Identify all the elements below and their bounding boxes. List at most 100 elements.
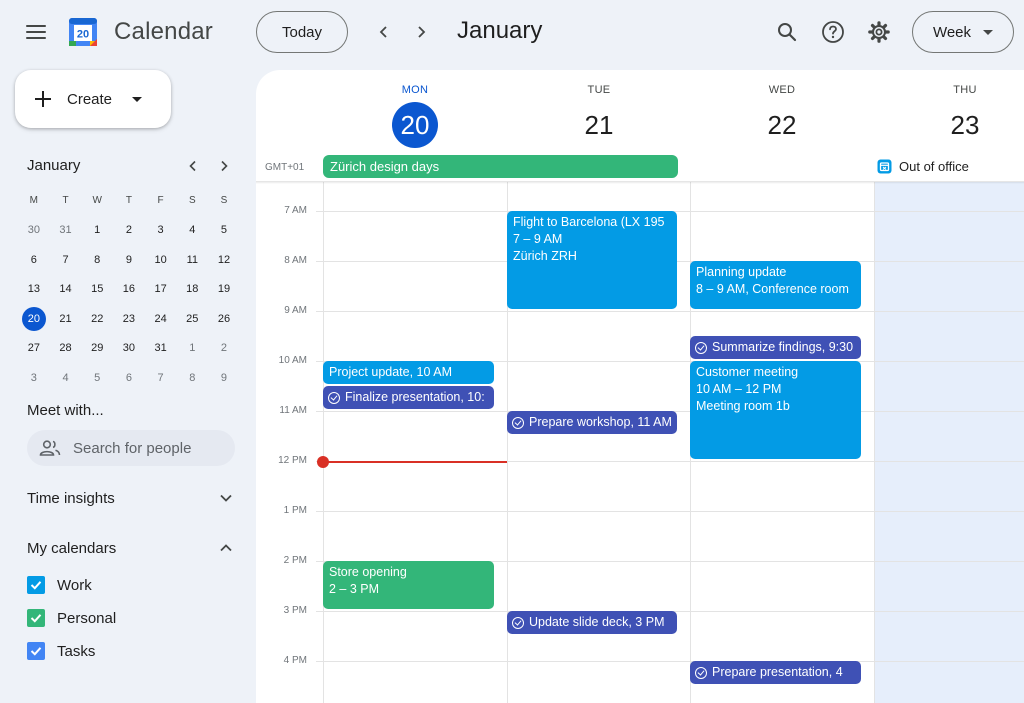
mini-calendar-day[interactable]: 30 [113, 334, 145, 364]
mini-calendar-day[interactable]: 5 [208, 216, 240, 246]
event-store-opening[interactable]: Store opening 2 – 3 PM [323, 561, 494, 609]
work-checkbox[interactable] [27, 576, 45, 594]
mini-calendar-day[interactable]: 8 [81, 245, 113, 275]
main-menu-button[interactable] [16, 14, 56, 50]
mini-calendar-day[interactable]: 2 [113, 216, 145, 246]
mini-calendar-day[interactable]: 28 [50, 334, 82, 364]
my-calendars-toggle[interactable] [216, 538, 236, 558]
task-prepare-presentation[interactable]: Prepare presentation, 4 [690, 661, 861, 684]
event-title: Planning update [696, 265, 787, 279]
mini-calendar-day[interactable]: 24 [145, 304, 177, 334]
mini-calendar-week: 27 28 29 30 31 1 2 [18, 334, 240, 364]
mini-calendar-day[interactable]: 21 [50, 304, 82, 334]
mini-calendar-day[interactable]: 9 [113, 245, 145, 275]
mini-calendar-day[interactable]: 7 [50, 245, 82, 275]
caret-down-icon [983, 29, 994, 35]
previous-week-button[interactable] [372, 20, 396, 44]
day-number: 23 [950, 109, 980, 140]
create-button[interactable]: Create [15, 70, 171, 128]
today-button[interactable]: Today [256, 11, 348, 53]
event-customer-meeting[interactable]: Customer meeting 10 AM – 12 PM Meeting r… [690, 361, 861, 459]
mini-calendar-day[interactable]: 15 [81, 275, 113, 305]
personal-checkbox[interactable] [27, 609, 45, 627]
event-planning-update[interactable]: Planning update 8 – 9 AM, Conference roo… [690, 261, 861, 309]
mini-calendar-prev-button[interactable] [183, 156, 203, 176]
help-button[interactable] [819, 18, 847, 46]
mini-calendar-day[interactable]: 8 [176, 363, 208, 393]
mini-calendar-day[interactable]: 22 [81, 304, 113, 334]
meet-with-title: Meet with... [27, 402, 104, 419]
hour-label: 11 AM [279, 405, 307, 416]
mini-calendar-day[interactable]: 29 [81, 334, 113, 364]
view-selector-button[interactable]: Week [912, 11, 1014, 53]
search-people-input[interactable]: Search for people [27, 430, 235, 466]
mini-calendar-day[interactable]: 4 [50, 363, 82, 393]
task-update-slide-deck[interactable]: Update slide deck, 3 PM [507, 611, 677, 634]
calendar-label: Personal [57, 609, 117, 627]
mini-calendar-day[interactable]: 31 [50, 216, 82, 246]
mini-calendar-day[interactable]: 10 [145, 245, 177, 275]
mini-calendar-day[interactable]: 27 [18, 334, 50, 364]
mini-calendar-day[interactable]: 5 [81, 363, 113, 393]
day-of-week: WED [768, 84, 796, 96]
hour-label: 2 PM [283, 555, 307, 566]
mini-calendar-day[interactable]: 14 [50, 275, 82, 305]
mini-calendar-day[interactable]: 26 [208, 304, 240, 334]
menu-icon [26, 25, 46, 27]
mini-calendar-day[interactable]: 11 [176, 245, 208, 275]
day-of-week: MON [401, 84, 429, 96]
time-insights-toggle[interactable] [216, 488, 236, 508]
time-insights-title: Time insights [27, 490, 115, 507]
next-week-button[interactable] [409, 20, 433, 44]
event-flight-to-barcelona[interactable]: Flight to Barcelona (LX 195 7 – 9 AM Zür… [507, 211, 677, 309]
hour-label: 12 PM [278, 455, 307, 466]
task-prepare-workshop[interactable]: Prepare workshop, 11 AM [507, 411, 677, 434]
calendar-item-personal[interactable]: Personal [27, 609, 116, 627]
event-project-update[interactable]: Project update, 10 AM [323, 361, 494, 384]
mini-calendar-day[interactable]: 3 [18, 363, 50, 393]
mini-calendar-day[interactable]: 13 [18, 275, 50, 305]
hour-gridline [316, 661, 1024, 662]
mini-calendar-day[interactable]: 6 [113, 363, 145, 393]
mini-calendar-day[interactable]: 12 [208, 245, 240, 275]
mini-calendar-day[interactable]: 9 [208, 363, 240, 393]
tasks-checkbox[interactable] [27, 642, 45, 660]
mini-calendar-day[interactable]: 6 [18, 245, 50, 275]
settings-button[interactable] [865, 18, 893, 46]
mini-calendar-day[interactable]: 16 [113, 275, 145, 305]
task-finalize-presentation[interactable]: Finalize presentation, 10: [323, 386, 494, 409]
calendar-item-work[interactable]: Work [27, 576, 92, 594]
mini-calendar-day[interactable]: 7 [145, 363, 177, 393]
day-of-week: THU [953, 84, 977, 96]
chevron-down-icon [220, 494, 232, 502]
hour-label: 10 AM [278, 355, 307, 366]
weekday-label: F [157, 195, 164, 207]
search-button[interactable] [773, 18, 801, 46]
mini-calendar-day[interactable]: 1 [81, 216, 113, 246]
calendar-item-tasks[interactable]: Tasks [27, 642, 95, 660]
mini-calendar-next-button[interactable] [214, 156, 234, 176]
mini-calendar-day[interactable]: 31 [145, 334, 177, 364]
week-view: MON 20 TUE 21 WED 22 THU 23 GMT+01 Züric… [256, 70, 1024, 703]
mini-calendar-day[interactable]: 2 [208, 334, 240, 364]
current-month-title: January [457, 17, 543, 44]
mini-calendar-day[interactable]: 3 [145, 216, 177, 246]
task-check-icon [512, 616, 524, 629]
mini-calendar-day[interactable]: 30 [18, 216, 50, 246]
mini-calendar-day[interactable]: 4 [176, 216, 208, 246]
mini-calendar-day[interactable]: 23 [113, 304, 145, 334]
mini-calendar-day[interactable]: 17 [145, 275, 177, 305]
all-day-event[interactable]: Zürich design days [323, 155, 678, 178]
mini-calendar-day[interactable]: 19 [208, 275, 240, 305]
out-of-office-event[interactable]: Out of office [874, 154, 969, 178]
my-calendars-title: My calendars [27, 540, 117, 557]
out-of-office-icon [877, 159, 892, 173]
mini-calendar-day[interactable]: 18 [176, 275, 208, 305]
mini-calendar-day[interactable]: 25 [176, 304, 208, 334]
weekday-label: T [62, 195, 69, 207]
task-summarize-findings[interactable]: Summarize findings, 9:30 [690, 336, 861, 359]
day-number: 20 [392, 102, 438, 148]
mini-calendar-day-selected[interactable]: 20 [18, 304, 50, 334]
mini-calendar-day[interactable]: 1 [176, 334, 208, 364]
day-header-wed[interactable]: WED 22 [690, 70, 874, 182]
